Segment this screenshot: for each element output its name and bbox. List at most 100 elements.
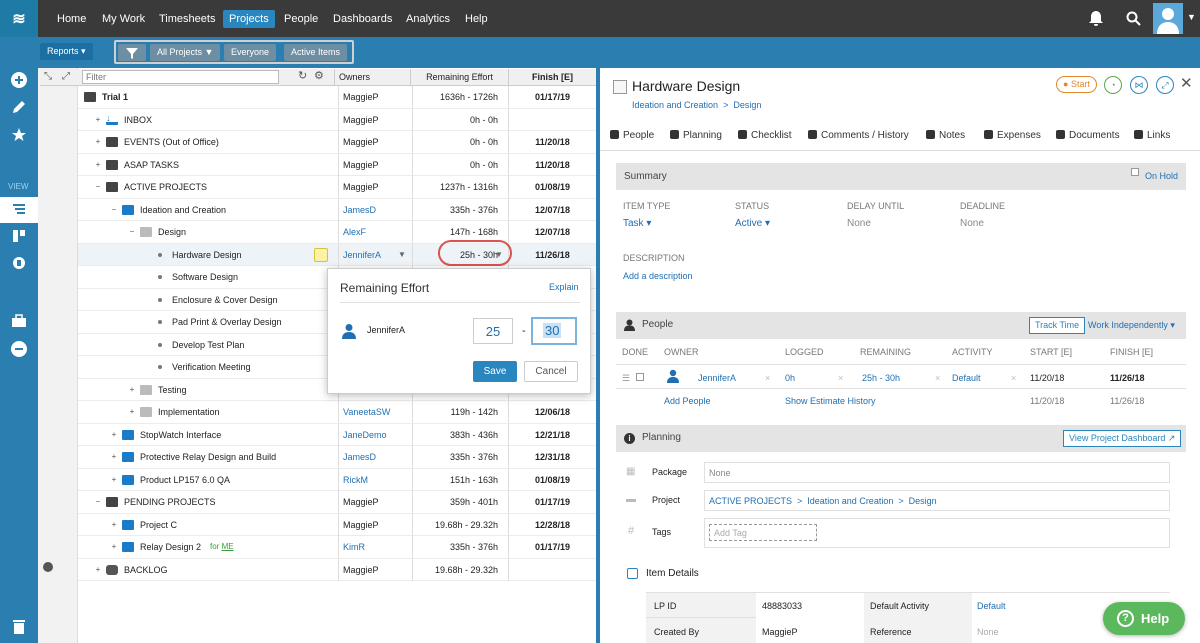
row-owner[interactable]: JamesD	[338, 198, 412, 221]
tree-item-name[interactable]: EVENTS (Out of Office)	[124, 131, 219, 153]
expand-pane-icon[interactable]: ⤢	[1156, 76, 1174, 94]
tree-row[interactable]: + ↓ INBOX MaggieP 0h - 0h	[78, 108, 596, 131]
row-owner[interactable]: MaggieP	[338, 491, 412, 513]
nav-analytics[interactable]: Analytics	[400, 10, 456, 28]
tree-row[interactable]: − ACTIVE PROJECTS MaggieP 1237h - 1316h 01/0…	[78, 176, 596, 199]
status-dropdown[interactable]: Active ▾	[735, 218, 770, 229]
row-remaining-effort[interactable]: 335h - 376h	[412, 446, 508, 468]
row-remaining-effort[interactable]: 0h - 0h	[412, 153, 508, 176]
row-remaining-effort[interactable]: 359h - 401h	[412, 491, 508, 513]
tree-item-name[interactable]: Ideation and Creation	[140, 199, 226, 221]
minus-circle-icon[interactable]	[10, 340, 28, 358]
star-icon[interactable]	[10, 126, 28, 144]
tree-row[interactable]: + StopWatch Interface JaneDemo 383h - 436h 1…	[78, 423, 596, 446]
reports-button[interactable]: Reports ▾	[40, 43, 93, 60]
expand-row-icon[interactable]: +	[110, 543, 118, 551]
row-owner[interactable]: RickM	[338, 468, 412, 491]
tree-row[interactable]: Hardware Design JenniferA 25h - 30h 11/26/1…	[78, 243, 596, 266]
tree-item-name[interactable]: Trial 1	[102, 86, 128, 108]
expand-row-icon[interactable]: +	[94, 138, 102, 146]
add-tag-input[interactable]: Add Tag	[709, 524, 817, 541]
effort-low-input[interactable]	[473, 318, 513, 344]
pencil-icon[interactable]	[10, 98, 28, 116]
tree-item-name[interactable]: Testing	[158, 379, 187, 401]
tree-item-name[interactable]: Software Design	[172, 266, 238, 288]
everyone-filter[interactable]: Everyone	[224, 44, 277, 61]
add-icon[interactable]	[10, 71, 28, 89]
tree-row[interactable]: + Protective Relay Design and Build JamesD…	[78, 446, 596, 469]
gear-icon[interactable]: ⚙	[314, 69, 324, 82]
expand-row-icon[interactable]: +	[110, 430, 118, 439]
collapse-row-icon[interactable]: −	[94, 498, 102, 506]
calendar-view-icon[interactable]	[10, 254, 28, 272]
owner-dropdown-icon[interactable]: ▼	[398, 250, 406, 259]
app-logo[interactable]: ≋	[0, 0, 38, 37]
tab-planning[interactable]: Planning	[670, 130, 722, 141]
remove-owner-icon[interactable]: ×	[765, 373, 770, 383]
tree-row[interactable]: + ASAP TASKS MaggieP 0h - 0h 11/20/18	[78, 153, 596, 176]
tree-item-name[interactable]: Hardware Design	[172, 244, 242, 266]
drag-handle-icon[interactable]: ☰	[622, 373, 630, 384]
briefcase-icon[interactable]	[10, 312, 28, 330]
active-items-filter[interactable]: Active Items	[284, 44, 348, 61]
collapse-details-icon[interactable]	[627, 568, 638, 579]
row-owner[interactable]: MaggieP	[338, 86, 412, 108]
expand-row-icon[interactable]: +	[110, 453, 118, 461]
pause-icon[interactable]	[43, 562, 53, 572]
view-tree-button[interactable]	[0, 197, 38, 223]
tree-item-name[interactable]: ASAP TASKS	[124, 154, 179, 176]
close-icon[interactable]: ✕	[1180, 74, 1193, 92]
complete-checkbox[interactable]	[613, 80, 627, 94]
tree-item-name[interactable]: StopWatch Interface	[140, 424, 221, 446]
nav-people[interactable]: People	[278, 10, 324, 28]
tab-people[interactable]: People	[610, 130, 654, 141]
expand-row-icon[interactable]: +	[128, 408, 136, 416]
row-remaining-effort[interactable]: 0h - 0h	[412, 108, 508, 131]
tree-item-name[interactable]: Enclosure & Cover Design	[172, 289, 278, 311]
item-type-dropdown[interactable]: Task ▾	[623, 218, 651, 229]
tree-item-name[interactable]: Implementation	[158, 401, 220, 423]
add-people-link[interactable]: Add People	[664, 396, 711, 406]
item-breadcrumb[interactable]: Ideation and Creation > Design	[632, 100, 761, 110]
row-owner[interactable]: JamesD	[338, 446, 412, 468]
owners-header[interactable]: Owners	[334, 69, 410, 85]
item-title[interactable]: Hardware Design	[632, 78, 740, 94]
view-dashboard-button[interactable]: View Project Dashboard ↗	[1063, 430, 1182, 447]
tree-row[interactable]: + Project C MaggieP 19.68h - 29.32h 12/28/18	[78, 513, 596, 536]
row-remaining-effort[interactable]: 383h - 436h	[412, 423, 508, 446]
tree-item-name[interactable]: Protective Relay Design and Build	[140, 446, 276, 468]
tree-item-name[interactable]: Pad Print & Overlay Design	[172, 311, 282, 333]
row-owner[interactable]: MaggieP	[338, 131, 412, 153]
people-row-remaining[interactable]: 25h - 30h	[862, 373, 900, 383]
rss-icon[interactable]: ◔	[1104, 76, 1122, 94]
collapse-row-icon[interactable]: −	[128, 228, 136, 236]
board-view-icon[interactable]	[10, 227, 28, 245]
avatar[interactable]	[1153, 3, 1183, 34]
on-hold-checkbox[interactable]	[1131, 168, 1139, 176]
row-remaining-effort[interactable]: 119h - 142h	[412, 401, 508, 423]
row-remaining-effort[interactable]: 19.68h - 29.32h	[412, 558, 508, 581]
tree-item-name[interactable]: INBOX	[124, 109, 152, 131]
delay-until-value[interactable]: None	[847, 218, 871, 229]
row-remaining-effort[interactable]: 335h - 376h	[412, 198, 508, 221]
row-remaining-effort[interactable]: 335h - 376h	[412, 536, 508, 558]
project-field[interactable]: ACTIVE PROJECTS > Ideation and Creation …	[704, 490, 1170, 511]
row-owner[interactable]: VaneetaSW	[338, 401, 412, 423]
row-remaining-effort[interactable]: 19.68h - 29.32h	[412, 513, 508, 536]
trash-icon[interactable]	[10, 617, 28, 635]
tab-comments-history[interactable]: Comments / History	[808, 130, 909, 141]
people-row-activity[interactable]: Default	[952, 373, 981, 383]
start-button[interactable]: ● Start	[1056, 76, 1097, 93]
nav-home[interactable]: Home	[51, 10, 92, 28]
tree-row[interactable]: + Product LP157 6.0 QA RickM 151h - 163h 01/…	[78, 468, 596, 491]
tree-item-name[interactable]: BACKLOG	[124, 559, 168, 581]
expand-row-icon[interactable]: +	[94, 115, 102, 124]
tree-row[interactable]: − Ideation and Creation JamesD 335h - 376h 1…	[78, 198, 596, 221]
filter-input[interactable]	[82, 70, 279, 84]
tab-links[interactable]: Links	[1134, 130, 1170, 141]
people-row-logged[interactable]: 0h	[785, 373, 795, 383]
search-icon[interactable]	[1126, 11, 1141, 26]
done-checkbox[interactable]	[636, 373, 644, 381]
row-owner[interactable]: MaggieP	[338, 558, 412, 581]
chevron-down-icon[interactable]: ▼	[1187, 12, 1196, 22]
